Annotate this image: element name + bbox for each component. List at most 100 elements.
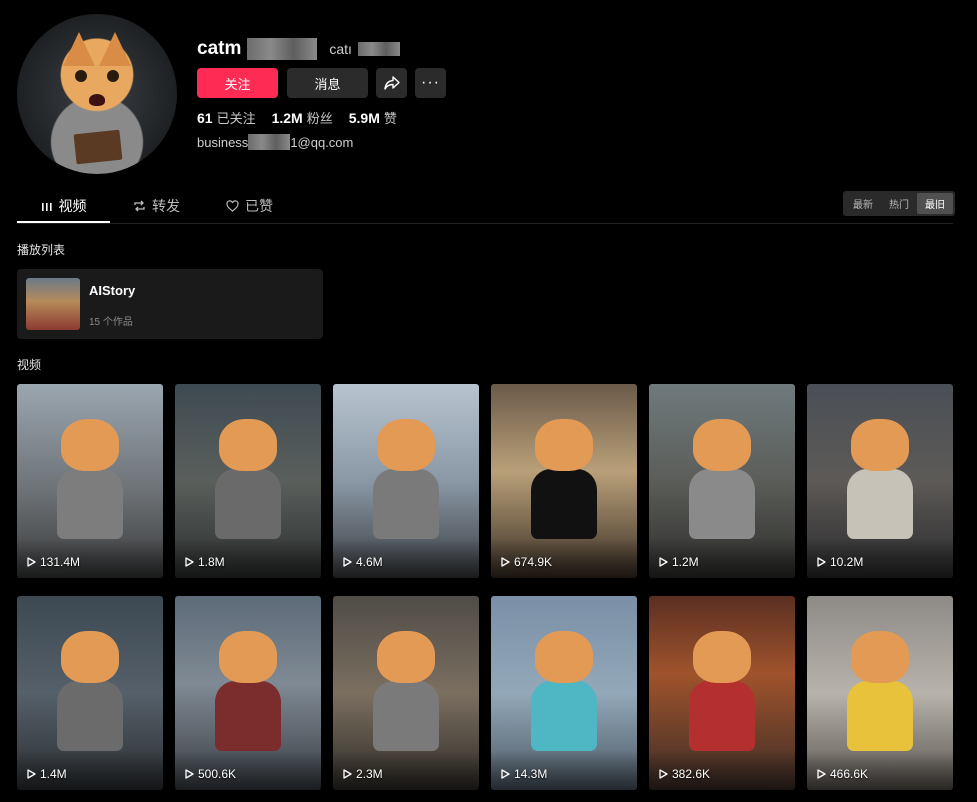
play-icon xyxy=(501,769,510,779)
video-views: 1.8M xyxy=(185,555,225,569)
thumbnail-figure xyxy=(847,469,913,540)
video-views: 10.2M xyxy=(817,555,863,569)
video-views: 466.6K xyxy=(817,767,868,781)
video-tile[interactable]: 1.4M xyxy=(17,596,163,790)
play-icon xyxy=(343,557,352,567)
tab-reposts[interactable]: 转发 xyxy=(110,191,203,221)
tab-videos[interactable]: 视频 xyxy=(17,191,110,223)
thumbnail-cat xyxy=(61,630,119,683)
video-view-count: 14.3M xyxy=(514,767,548,781)
message-button[interactable]: 消息 xyxy=(287,68,368,98)
follow-button[interactable]: 关注 xyxy=(197,68,278,98)
redacted-username-block xyxy=(247,38,318,60)
thumbnail-figure xyxy=(57,681,123,752)
thumbnail-cat xyxy=(61,418,119,471)
video-tile[interactable]: 14.3M xyxy=(491,596,637,790)
sort-popular[interactable]: 热门 xyxy=(881,193,917,214)
share-button[interactable] xyxy=(376,68,407,98)
video-tile[interactable]: 500.6K xyxy=(175,596,321,790)
play-icon xyxy=(817,557,826,567)
play-icon xyxy=(185,557,194,567)
share-icon xyxy=(383,76,400,90)
video-view-count: 10.2M xyxy=(830,555,864,569)
video-view-count: 4.6M xyxy=(356,555,383,569)
thumbnail-cat xyxy=(693,630,751,683)
video-view-count: 2.3M xyxy=(356,767,383,781)
video-tile[interactable]: 10.2M xyxy=(807,384,953,578)
playlist-card[interactable]: AIStory 15 个作品 xyxy=(17,269,323,339)
video-tile[interactable]: 131.4M xyxy=(17,384,163,578)
video-views: 1.2M xyxy=(659,555,699,569)
playlist-count: 15 个作品 xyxy=(89,317,133,328)
play-icon xyxy=(27,557,36,567)
thumbnail-figure xyxy=(531,469,597,540)
video-tile[interactable]: 674.9K xyxy=(491,384,637,578)
sort-toggle: 最新 热门 最旧 xyxy=(843,191,955,216)
play-icon xyxy=(343,769,352,779)
video-grid: 131.4M 1.8M 4.6M 674.9K 1.2M 10.2M 1.4M 500.6K 2… xyxy=(17,384,955,790)
thumbnail-cat xyxy=(535,418,593,471)
tabs-divider xyxy=(17,223,953,224)
thumbnail-figure xyxy=(689,469,755,540)
thumbnail-cat xyxy=(377,630,435,683)
video-tile[interactable]: 2.3M xyxy=(333,596,479,790)
thumbnail-cat xyxy=(851,630,909,683)
thumbnail-figure xyxy=(847,681,913,752)
thumbnail-figure xyxy=(373,469,439,540)
tab-liked[interactable]: 已赞 xyxy=(203,191,296,221)
video-views: 500.6K xyxy=(185,767,236,781)
profile-bio: business 1@qq.com xyxy=(197,134,353,150)
thumbnail-cat xyxy=(219,418,277,471)
playlist-title: AIStory xyxy=(89,283,136,298)
play-icon xyxy=(501,557,510,567)
more-options-button[interactable]: ··· xyxy=(415,68,446,98)
video-tile[interactable]: 466.6K xyxy=(807,596,953,790)
video-view-count: 382.6K xyxy=(672,767,711,781)
video-tile[interactable]: 382.6K xyxy=(649,596,795,790)
profile-name-row: catm catı xyxy=(197,38,400,60)
videos-section-title: 视频 xyxy=(17,358,42,372)
username: catm xyxy=(197,38,242,59)
thumbnail-figure xyxy=(373,681,439,752)
video-view-count: 500.6K xyxy=(198,767,237,781)
playlist-thumbnail xyxy=(26,278,80,330)
video-views: 2.3M xyxy=(343,767,383,781)
video-tile[interactable]: 1.8M xyxy=(175,384,321,578)
thumbnail-figure xyxy=(57,469,123,540)
bio-prefix: business xyxy=(197,134,249,150)
video-tile[interactable]: 1.2M xyxy=(649,384,795,578)
bars-icon xyxy=(41,202,52,211)
stat-following[interactable]: 61 已关注 xyxy=(197,108,256,127)
play-icon xyxy=(659,557,668,567)
thumbnail-cat xyxy=(851,418,909,471)
thumbnail-figure xyxy=(531,681,597,752)
redacted-handle-block xyxy=(357,42,400,56)
thumbnail-figure xyxy=(215,469,281,540)
user-handle: catı xyxy=(329,41,352,57)
video-views: 131.4M xyxy=(27,555,80,569)
play-icon xyxy=(659,769,668,779)
thumbnail-figure xyxy=(689,681,755,752)
thumbnail-cat xyxy=(693,418,751,471)
video-view-count: 466.6K xyxy=(830,767,869,781)
profile-tabs: 视频 转发 已赞 xyxy=(17,191,296,223)
video-views: 674.9K xyxy=(501,555,552,569)
video-view-count: 131.4M xyxy=(40,555,81,569)
play-icon xyxy=(185,769,194,779)
profile-avatar[interactable] xyxy=(17,14,177,174)
sort-latest[interactable]: 最新 xyxy=(845,193,881,214)
video-views: 382.6K xyxy=(659,767,710,781)
video-view-count: 674.9K xyxy=(514,555,553,569)
playlist-section-title: 播放列表 xyxy=(17,243,66,257)
video-view-count: 1.2M xyxy=(672,555,699,569)
video-tile[interactable]: 4.6M xyxy=(333,384,479,578)
stat-followers[interactable]: 1.2M 粉丝 xyxy=(272,108,333,127)
stat-likes: 5.9M 赞 xyxy=(348,110,397,126)
play-icon xyxy=(817,769,826,779)
play-icon xyxy=(27,769,36,779)
video-views: 14.3M xyxy=(501,767,547,781)
video-view-count: 1.4M xyxy=(40,767,67,781)
sort-oldest[interactable]: 最旧 xyxy=(917,193,953,214)
thumbnail-cat xyxy=(535,630,593,683)
redacted-email-block xyxy=(248,134,291,150)
